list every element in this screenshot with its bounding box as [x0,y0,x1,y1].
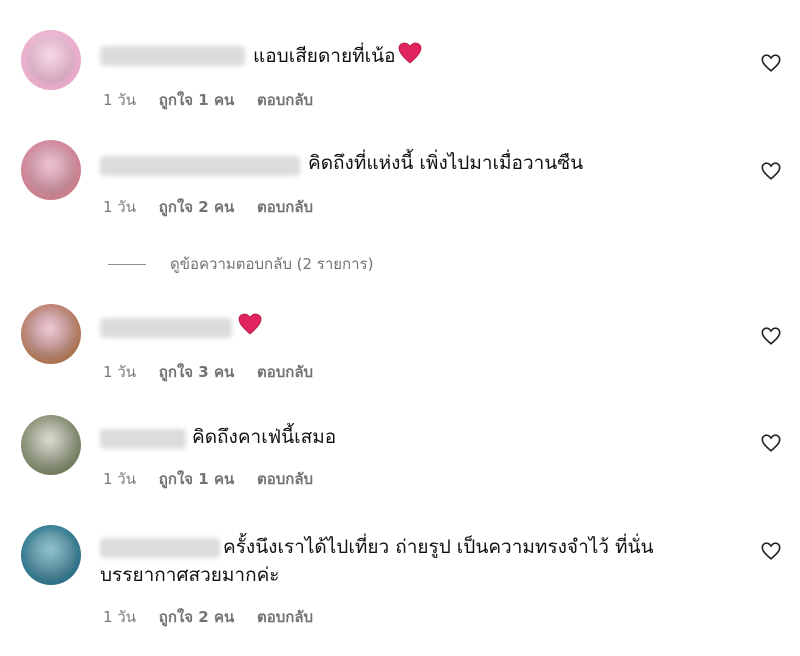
like-heart-icon[interactable] [760,540,782,562]
avatar[interactable] [21,525,81,585]
reply-button[interactable]: ตอบกลับ [257,91,313,109]
likes-count[interactable]: ถูกใจ 2 คน [159,608,234,626]
like-heart-icon[interactable] [760,432,782,454]
comment-age: 1 วัน [103,91,136,109]
reply-button[interactable]: ตอบกลับ [257,470,313,488]
comment-meta: 1 วัน ถูกใจ 1 คน ตอบกลับ [103,88,331,112]
comment-text: คิดถึงคาเฟ่นี้เสมอ [192,423,336,451]
avatar[interactable] [21,140,81,200]
view-replies-label: ดูข้อความตอบกลับ (2 รายการ) [170,255,374,273]
heart-emoji-icon [238,313,262,343]
comment-text [236,313,262,343]
reply-button[interactable]: ตอบกลับ [257,198,313,216]
avatar[interactable] [21,304,81,364]
comment-meta: 1 วัน ถูกใจ 2 คน ตอบกลับ [103,605,331,629]
comment-text: ครั้งนึงเราได้ไปเที่ยว ถ่ายรูป เป็นความท… [100,533,710,589]
comment-meta: 1 วัน ถูกใจ 3 คน ตอบกลับ [103,360,331,384]
comment-body: ครั้งนึงเราได้ไปเที่ยว ถ่ายรูป เป็นความท… [100,536,654,586]
view-replies-button[interactable]: ดูข้อความตอบกลับ (2 รายการ) [108,252,373,276]
heart-emoji-icon [398,42,422,72]
username[interactable]: bapang [100,429,186,449]
comment-age: 1 วัน [103,198,136,216]
comment-age: 1 วัน [103,470,136,488]
comment-body: คิดถึงที่แห่งนี้ เพิ่งไปมาเมื่อวานซืน [308,152,584,174]
comment-age: 1 วัน [103,363,136,381]
likes-count[interactable]: ถูกใจ 1 คน [159,470,234,488]
username[interactable]: yoozi_bellepuy [100,156,300,176]
like-heart-icon[interactable] [760,325,782,347]
reply-button[interactable]: ตอบกลับ [257,608,313,626]
comment-meta: 1 วัน ถูกใจ 1 คน ตอบกลับ [103,467,331,491]
comment-body: คิดถึงคาเฟ่นี้เสมอ [192,426,337,448]
reply-thread-line [108,264,146,265]
comment-meta: 1 วัน ถูกใจ 2 คน ตอบกลับ [103,195,331,219]
username[interactable]: daisy_photo [100,318,232,338]
avatar[interactable] [21,415,81,475]
like-heart-icon[interactable] [760,160,782,182]
likes-count[interactable]: ถูกใจ 3 คน [159,363,234,381]
likes-count[interactable]: ถูกใจ 1 คน [159,91,234,109]
comment-text: แอบเสียดายที่เน้อ [253,42,422,72]
comment-age: 1 วัน [103,608,136,626]
comment-text: คิดถึงที่แห่งนี้ เพิ่งไปมาเมื่อวานซืน [308,149,583,177]
likes-count[interactable]: ถูกใจ 2 คน [159,198,234,216]
avatar[interactable] [21,30,81,90]
comment-body: แอบเสียดายที่เน้อ [253,45,396,67]
like-heart-icon[interactable] [760,52,782,74]
username[interactable]: pearfoxe [100,46,245,66]
reply-button[interactable]: ตอบกลับ [257,363,313,381]
